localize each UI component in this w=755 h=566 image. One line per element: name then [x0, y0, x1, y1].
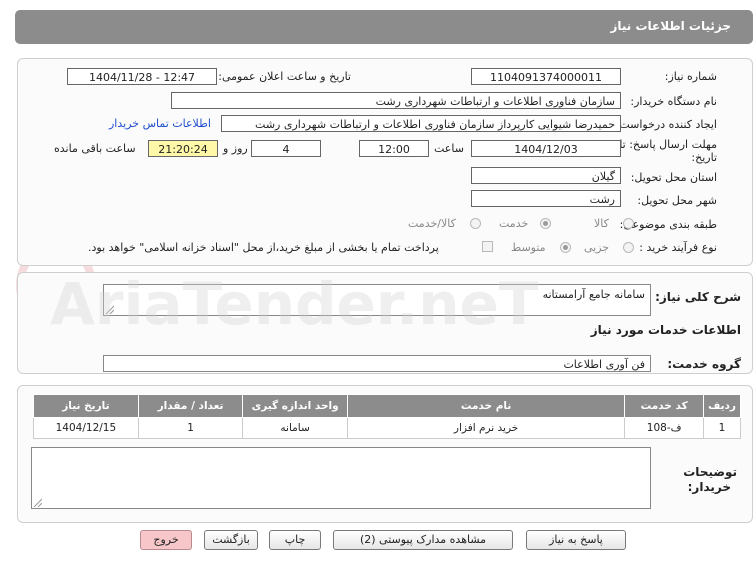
- deadline-label: مهلت ارسال پاسخ: تا: [619, 138, 717, 151]
- category-radio-goods[interactable]: [623, 218, 634, 229]
- days-field: 4: [251, 140, 321, 157]
- need-number-field: 1104091374000011: [471, 68, 621, 85]
- category-label: طبقه بندی موضوعی:: [619, 218, 717, 231]
- city-field: رشت: [471, 190, 621, 207]
- page-title-bar: جزئیات اطلاعات نیاز: [15, 10, 753, 44]
- province-label: استان محل تحویل:: [630, 171, 717, 184]
- category-radio-goods-service[interactable]: [470, 218, 481, 229]
- buyer-notes-label-2: خریدار:: [687, 480, 731, 494]
- service-group-label: گروه خدمت:: [667, 357, 741, 371]
- creator-label: ایجاد کننده درخواست:: [615, 118, 717, 131]
- category-radio-service[interactable]: [540, 218, 551, 229]
- creator-field: حمیدرضا شیوایی کارپرداز سازمان فناوری اط…: [221, 115, 621, 132]
- process-option-minor: جزیی: [584, 241, 610, 254]
- deadline-date-field: 1404/12/03: [471, 140, 621, 157]
- days-label: روز و: [223, 142, 248, 155]
- process-radio-medium[interactable]: [560, 242, 571, 253]
- city-label: شهر محل تحویل:: [637, 194, 717, 207]
- remaining-label: ساعت باقی مانده: [54, 142, 136, 155]
- buyer-org-label: نام دستگاه خریدار:: [630, 95, 717, 108]
- payment-note: پرداخت تمام یا بخشی از مبلغ خرید،از محل …: [88, 241, 439, 254]
- buyer-contact-link[interactable]: اطلاعات تماس خریدار: [109, 117, 211, 130]
- cell-code: ف-108: [624, 417, 705, 439]
- category-option-service: خدمت: [499, 217, 529, 230]
- time-label: ساعت: [434, 142, 464, 155]
- deadline-time-field: 12:00: [359, 140, 429, 157]
- col-qty: تعداد / مقدار: [137, 394, 244, 418]
- announce-label: تاریخ و ساعت اعلان عمومی:: [218, 70, 351, 83]
- process-radio-minor[interactable]: [623, 242, 634, 253]
- col-row: ردیف: [703, 394, 741, 418]
- col-name: نام خدمت: [346, 394, 626, 418]
- province-field: گیلان: [471, 167, 621, 184]
- cell-row: 1: [703, 417, 741, 439]
- attachments-button[interactable]: مشاهده مدارک پیوستی (2): [333, 530, 513, 550]
- table-row: 1 ف-108 خرید نرم افزار سامانه 1 1404/12/…: [33, 417, 741, 439]
- print-button[interactable]: چاپ: [269, 530, 321, 550]
- col-code: کد خدمت: [624, 394, 705, 418]
- reply-button[interactable]: پاسخ به نیاز: [526, 530, 626, 550]
- cell-name: خرید نرم افزار: [346, 417, 626, 439]
- cell-date: 1404/12/15: [33, 417, 139, 439]
- announce-field: 1404/11/28 - 12:47: [67, 68, 217, 85]
- back-button[interactable]: بازگشت: [204, 530, 258, 550]
- treasury-checkbox[interactable]: [482, 241, 493, 252]
- deadline-date-label: تاریخ:: [691, 151, 717, 164]
- services-section-title: اطلاعات خدمات مورد نیاز: [590, 323, 741, 337]
- notes-resize-handle-icon[interactable]: [33, 498, 42, 507]
- services-table: ردیف کد خدمت نام خدمت واحد اندازه گیری ت…: [33, 394, 741, 439]
- buyer-notes-label: توضیحات: [683, 465, 737, 479]
- service-group-field: فن آوری اطلاعات: [103, 355, 651, 372]
- need-number-label: شماره نیاز:: [664, 70, 717, 83]
- page-title: جزئیات اطلاعات نیاز: [610, 19, 731, 33]
- description-label: شرح کلی نیاز:: [655, 290, 741, 304]
- process-label: نوع فرآیند خرید :: [639, 241, 717, 254]
- need-info-panel: [17, 58, 753, 266]
- exit-button[interactable]: خروج: [140, 530, 192, 550]
- buyer-org-field: سازمان فناوری اطلاعات و ارتباطات شهرداری…: [171, 92, 621, 109]
- cell-qty: 1: [137, 417, 244, 439]
- remaining-time-field: 21:20:24: [148, 140, 218, 157]
- category-option-goods: کالا: [594, 217, 609, 230]
- process-option-medium: متوسط: [511, 241, 546, 254]
- cell-unit: سامانه: [242, 417, 348, 439]
- buyer-notes-field: [31, 447, 651, 509]
- category-option-goods-service: کالا/خدمت: [408, 217, 456, 230]
- watermark-text: AriaTender.neT: [50, 270, 539, 338]
- col-date: تاریخ نیاز: [33, 394, 139, 418]
- col-unit: واحد اندازه گیری: [242, 394, 348, 418]
